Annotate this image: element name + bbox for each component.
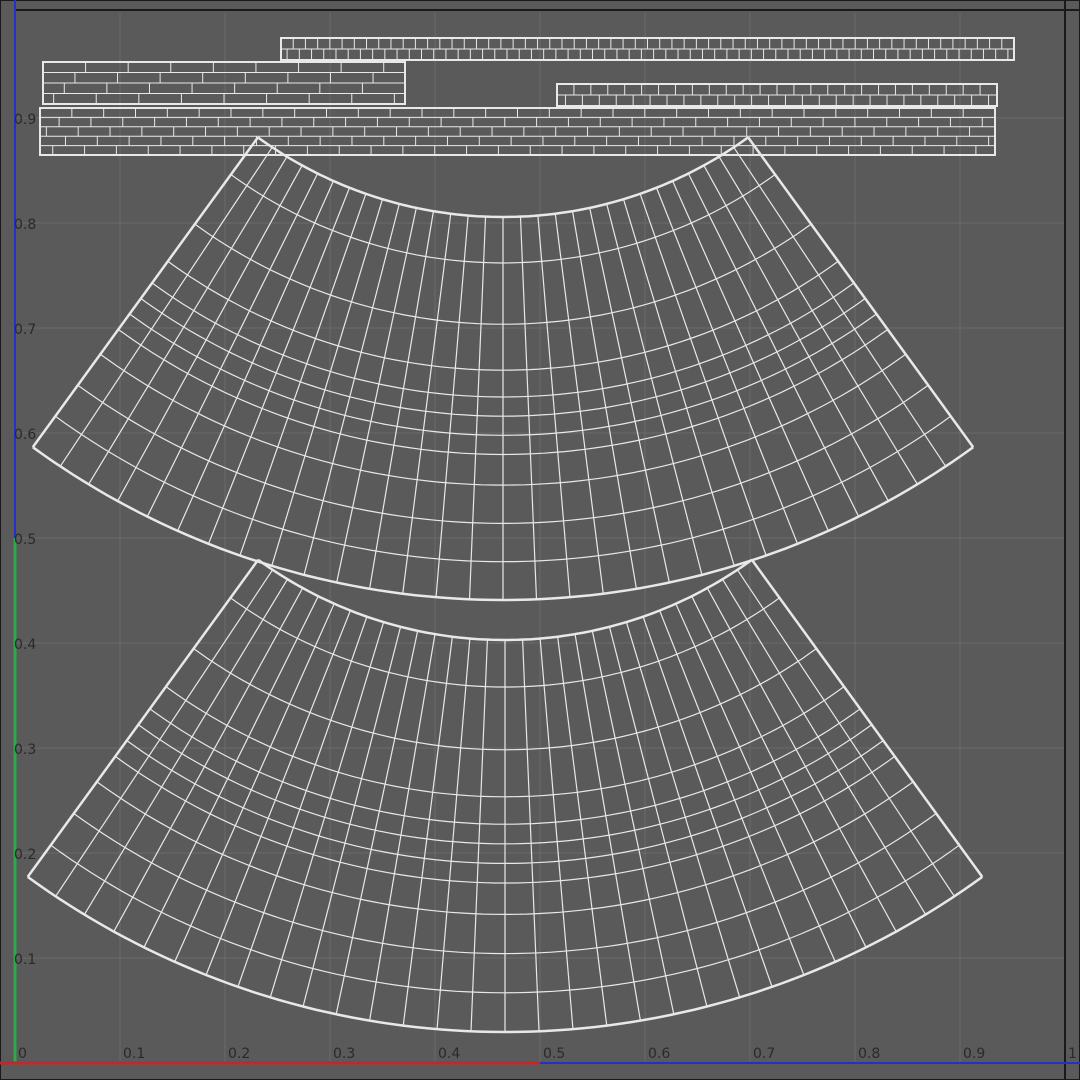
x-tick-label: 0.2 (228, 1046, 250, 1062)
uv-canvas[interactable]: 0 0.1 0.2 0.3 0.4 0.5 0.6 0.7 0.8 0.9 1 0.1 0.2 0.3 0.… (0, 0, 1080, 1080)
x-tick-label: 0.9 (963, 1046, 985, 1062)
y-tick-label: 0.5 (14, 532, 36, 548)
uv-strip-island[interactable] (280, 37, 1015, 61)
x-tick-label: 0.6 (648, 1046, 670, 1062)
uv-islands[interactable] (26, 37, 1015, 1034)
x-tick-label: 0 (18, 1046, 27, 1062)
x-tick-label: 0.8 (858, 1046, 880, 1062)
y-tick-label: 0.7 (14, 322, 36, 338)
y-tick-label: 0.4 (14, 637, 36, 653)
uv-editor-viewport[interactable]: 0 0.1 0.2 0.3 0.4 0.5 0.6 0.7 0.8 0.9 1 0.1 0.2 0.3 0.… (0, 0, 1080, 1080)
x-tick-label: 0.4 (438, 1046, 460, 1062)
x-tick-label: 0.3 (333, 1046, 355, 1062)
x-tick-label: 0.1 (123, 1046, 145, 1062)
y-tick-label: 0.6 (14, 427, 36, 443)
uv-strip-island[interactable] (39, 107, 996, 156)
y-tick-label: 0.1 (14, 952, 36, 968)
uv-fan-island[interactable] (26, 558, 984, 1034)
y-tick-label: 0.2 (14, 847, 36, 863)
uv-grid (15, 13, 1065, 1063)
uv-fan-island[interactable] (31, 136, 975, 602)
y-tick-label: 0.8 (14, 217, 36, 233)
uv-strip-island[interactable] (556, 83, 998, 107)
x-tick-label: 1 (1068, 1046, 1077, 1062)
y-tick-label: 0.3 (14, 742, 36, 758)
x-tick-label: 0.5 (543, 1046, 565, 1062)
x-tick-label: 0.7 (753, 1046, 775, 1062)
uv-strip-island[interactable] (42, 61, 406, 105)
y-tick-label: 0.9 (14, 112, 36, 128)
